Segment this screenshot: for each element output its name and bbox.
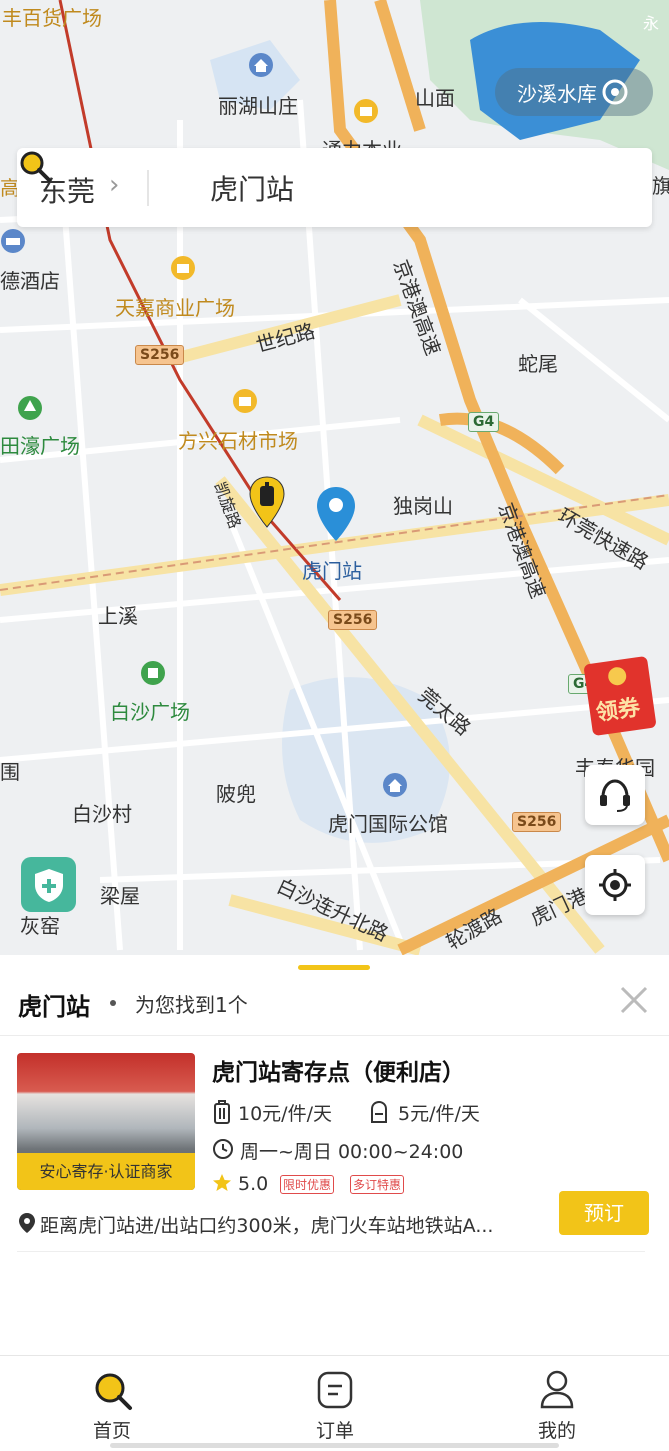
divider <box>147 170 149 206</box>
map-label: 陂兜 <box>216 782 256 806</box>
map-label: 沙溪水库 <box>517 82 597 106</box>
drag-handle[interactable] <box>298 965 370 970</box>
book-button[interactable]: 预订 <box>559 1191 649 1235</box>
mall-icon <box>233 389 257 413</box>
map-label: 丰百货广场 <box>2 6 102 30</box>
rating: 5.0 <box>238 1173 269 1195</box>
hotel-icon <box>1 229 25 253</box>
safety-button[interactable] <box>21 857 76 912</box>
order-icon <box>317 1371 353 1409</box>
luggage-icon <box>214 1100 230 1124</box>
star-icon <box>213 1174 231 1191</box>
mall-icon <box>354 99 378 123</box>
dot-separator <box>110 1000 116 1006</box>
search-icon <box>20 151 51 182</box>
coupon-button[interactable]: 领券 <box>583 655 657 737</box>
status-app-label: 永 <box>642 14 659 33</box>
result-panel: 虎门站 为您找到1个 安心寄存·认证商家 虎门站寄存点（便利店） 10元/件/天… <box>0 955 669 1355</box>
map-label: 虎门站 <box>302 559 362 583</box>
road-tag: S256 <box>135 345 185 365</box>
store-name: 虎门站寄存点（便利店） <box>212 1060 465 1086</box>
coin-icon <box>608 667 627 686</box>
tab-label: 订单 <box>315 1420 354 1442</box>
divider <box>17 1251 645 1252</box>
map-label: 旗 <box>652 174 669 198</box>
promo-badge: 多订特惠 <box>350 1175 405 1194</box>
reservoir-badge[interactable]: 沙溪水库 <box>495 68 653 116</box>
park-icon <box>18 396 42 420</box>
map-label: 方兴石材市场 <box>178 429 298 453</box>
storage-marker-icon[interactable] <box>248 475 286 530</box>
headset-icon <box>600 779 630 812</box>
price-large: 10元/件/天 <box>238 1103 332 1125</box>
map-label: 梁屋 <box>100 884 140 908</box>
map-label: 上溪 <box>98 604 138 628</box>
backpack-icon <box>371 1100 387 1123</box>
tab-orders[interactable]: 订单 <box>275 1356 395 1451</box>
certified-tag: 安心寄存·认证商家 <box>17 1153 195 1190</box>
tab-label: 我的 <box>537 1420 576 1442</box>
residence-icon <box>249 53 273 77</box>
tab-profile[interactable]: 我的 <box>497 1356 617 1451</box>
store-thumbnail: 安心寄存·认证商家 <box>17 1053 195 1190</box>
coupon-label: 领券 <box>594 695 642 727</box>
road-tag: G4 <box>468 412 500 432</box>
location-pin-icon <box>317 487 355 541</box>
chevron-right-icon: › <box>109 170 120 200</box>
map-label: 天嘉商业广场 <box>115 296 235 320</box>
map-label: 白沙村 <box>72 802 132 826</box>
search-icon <box>95 1373 132 1410</box>
result-count: 为您找到1个 <box>135 993 248 1017</box>
shield-icon <box>35 869 63 902</box>
divider <box>0 1035 669 1036</box>
crosshair-icon <box>599 869 631 901</box>
close-icon[interactable] <box>617 983 651 1017</box>
price-small: 5元/件/天 <box>398 1103 480 1125</box>
map-label: 田濠广场 <box>0 434 80 458</box>
map-view[interactable]: 永 丰百货广场 丽湖山庄 山面 通力本业 高 旗 德酒店 天嘉商业广场 世纪路 … <box>0 0 669 955</box>
business-hours: 周一~周日 00:00~24:00 <box>240 1141 464 1163</box>
map-label: 德酒店 <box>0 269 60 293</box>
tab-label: 首页 <box>92 1420 131 1442</box>
promo-badge: 限时优惠 <box>280 1175 335 1194</box>
customer-service-button[interactable] <box>585 765 645 825</box>
clock-icon <box>213 1139 233 1159</box>
residence-icon <box>383 773 407 797</box>
plaza-icon <box>141 661 165 685</box>
map-label: 蛇尾 <box>518 352 558 376</box>
road-tag: S256 <box>512 812 562 832</box>
locate-button[interactable] <box>585 855 645 915</box>
map-label: 丽湖山庄 <box>218 94 298 118</box>
tab-home[interactable]: 首页 <box>52 1356 172 1451</box>
result-title: 虎门站 <box>18 993 90 1021</box>
bottom-tab-bar: 首页 订单 我的 <box>0 1355 669 1451</box>
road-tag: S256 <box>328 610 378 630</box>
mall-icon <box>171 256 195 280</box>
map-label: 白沙广场 <box>110 700 190 724</box>
map-label: 山面 <box>415 86 455 110</box>
home-indicator <box>110 1443 559 1448</box>
store-address: 距离虎门站进/出站口约300米，虎门火车站地铁站A... <box>40 1215 494 1237</box>
map-label: 虎门国际公馆 <box>328 812 448 836</box>
search-input[interactable]: 虎门站 <box>210 168 294 208</box>
map-label: 灰窑 <box>20 914 60 938</box>
target-icon <box>602 79 628 105</box>
map-label: 围 <box>0 760 20 784</box>
search-bar[interactable]: 东莞 › 虎门站 <box>17 148 652 227</box>
location-pin-icon <box>19 1213 35 1233</box>
user-icon <box>540 1370 574 1409</box>
map-label: 独岗山 <box>393 494 453 518</box>
